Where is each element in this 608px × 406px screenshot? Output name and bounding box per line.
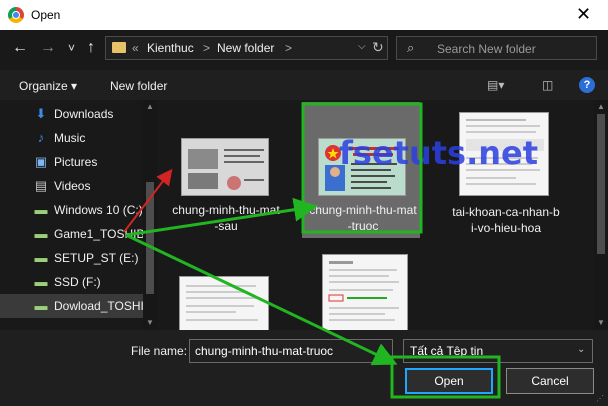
scrollbar-thumb[interactable] — [146, 182, 154, 294]
file-name-value: chung-minh-thu-mat-truoc — [195, 344, 334, 358]
back-arrow-icon[interactable]: ← — [12, 38, 28, 58]
view-options-icon[interactable]: ▤▾ — [487, 78, 504, 92]
command-bar: Organize ▾ New folder ▤▾ ◫ ? — [0, 70, 608, 100]
breadcrumb-separator[interactable]: > — [285, 41, 292, 55]
drive-icon: ▬ — [34, 250, 48, 265]
refresh-icon[interactable]: ↻ — [372, 39, 384, 56]
watermark-text: fsetuts.net — [339, 134, 539, 172]
scroll-down-icon[interactable]: ▼ — [146, 318, 154, 327]
file-type-select[interactable]: Tất cả Tệp tin ⌄ — [403, 339, 593, 363]
sidebar-item[interactable]: ▬ SETUP_ST (E:) — [0, 246, 143, 270]
sidebar-item[interactable]: ▬ Windows 10 (C:) — [0, 198, 143, 222]
content-scrollbar[interactable]: ▲ ▼ — [594, 100, 608, 330]
sidebar-item-label: SSD (F:) — [54, 275, 101, 289]
drive-icon: ▬ — [34, 226, 48, 241]
forward-arrow-icon[interactable]: → — [40, 38, 56, 58]
breadcrumb-new-folder[interactable]: New folder — [217, 41, 274, 55]
navigation-pane: ⬇ Downloads ♪ Music ▣ Pictures ▤ Videos ▬ Windows… — [0, 100, 157, 330]
videos-icon: ▤ — [34, 178, 48, 193]
file-name-input[interactable]: chung-minh-thu-mat-truoc ▼ — [189, 339, 393, 363]
breadcrumb-separator[interactable]: > — [203, 41, 210, 55]
resize-grip-icon[interactable]: ⋰ — [596, 394, 604, 403]
file-thumbnail — [322, 254, 408, 330]
preview-pane-icon[interactable]: ◫ — [542, 78, 553, 92]
file-thumbnail — [181, 138, 269, 196]
window-title: Open — [31, 8, 61, 22]
dialog-footer: File name: chung-minh-thu-mat-truoc ▼ Tấ… — [0, 330, 608, 406]
document-preview-image — [180, 277, 268, 330]
file-name-label: chung-minh-thu-mat-sau — [172, 203, 280, 233]
up-arrow-icon[interactable]: ↑ — [87, 38, 95, 58]
scroll-down-icon[interactable]: ▼ — [597, 318, 605, 327]
sidebar-item-label: Pictures — [54, 155, 98, 169]
sidebar-item[interactable]: ▤ Videos — [0, 174, 143, 198]
sidebar-item[interactable]: ⬇ Downloads — [0, 102, 143, 126]
download-icon: ⬇ — [35, 106, 47, 121]
help-icon[interactable]: ? — [579, 77, 595, 93]
chevron-down-icon[interactable]: ⌵ — [358, 41, 366, 52]
recent-locations-icon[interactable]: ˅ — [68, 38, 75, 58]
file-name-label: File name: — [131, 344, 188, 358]
chrome-icon — [8, 7, 24, 23]
sidebar-item-label: Music — [54, 131, 86, 145]
sidebar-item[interactable]: ♪ Music — [0, 126, 143, 150]
breadcrumb-kienthuc[interactable]: Kienthuc — [147, 41, 194, 55]
sidebar-item[interactable]: ▬ Dowload_TOSHIBA — [0, 294, 157, 318]
breadcrumb-overflow[interactable]: « — [132, 41, 139, 55]
drive-icon: ▬ — [34, 298, 48, 313]
close-icon[interactable]: ✕ — [576, 4, 591, 24]
scrollbar-thumb[interactable] — [597, 114, 605, 254]
new-folder-button[interactable]: New folder — [110, 79, 167, 93]
sidebar-item-label: SETUP_ST (E:) — [54, 251, 139, 265]
organize-menu[interactable]: Organize ▾ — [19, 79, 77, 93]
file-type-value: Tất cả Tệp tin — [410, 344, 484, 358]
sidebar-item-label: Videos — [54, 179, 91, 193]
file-name-label: chung-minh-thu-mat-truoc — [309, 203, 417, 233]
scroll-up-icon[interactable]: ▲ — [597, 102, 605, 111]
address-bar[interactable]: « Kienthuc > New folder > ⌵ ↻ — [105, 36, 388, 60]
navigation-bar: ← → ˅ ↑ « Kienthuc > New folder > ⌵ ↻ ⌕ … — [0, 30, 608, 70]
sidebar-scrollbar[interactable]: ▲ ▼ — [143, 100, 157, 330]
drive-icon: ▬ — [34, 202, 48, 217]
document-preview-image — [323, 255, 407, 330]
search-placeholder: Search New folder — [437, 42, 536, 56]
scroll-up-icon[interactable]: ▲ — [146, 102, 154, 111]
id-card-back-image — [182, 139, 268, 195]
file-thumbnail — [179, 276, 269, 330]
chevron-down-icon[interactable]: ⌄ — [577, 344, 585, 355]
search-box[interactable]: ⌕ Search New folder — [396, 36, 597, 60]
sidebar-item[interactable]: ▬ SSD (F:) — [0, 270, 143, 294]
cancel-button[interactable]: Cancel — [506, 368, 594, 394]
open-button[interactable]: Open — [405, 368, 493, 394]
sidebar-item-label: Game1_TOSHIBA — [54, 227, 153, 241]
folder-icon — [112, 42, 126, 53]
sidebar-item-label: Downloads — [54, 107, 114, 121]
pictures-icon: ▣ — [34, 154, 48, 169]
sidebar-item-label: Windows 10 (C:) — [54, 203, 143, 217]
file-name-label: tai-khoan-ca-nhan-bi-vo-hieu-hoa — [452, 205, 560, 235]
drive-icon: ▬ — [34, 274, 48, 289]
search-icon: ⌕ — [407, 40, 415, 55]
music-icon: ♪ — [37, 130, 45, 145]
title-bar: Open ✕ — [0, 0, 608, 30]
sidebar-item-label: Dowload_TOSHIBA — [54, 299, 157, 313]
chevron-down-icon[interactable]: ▼ — [377, 344, 386, 354]
sidebar-item[interactable]: ▣ Pictures — [0, 150, 143, 174]
sidebar-item[interactable]: ▬ Game1_TOSHIBA — [0, 222, 153, 246]
